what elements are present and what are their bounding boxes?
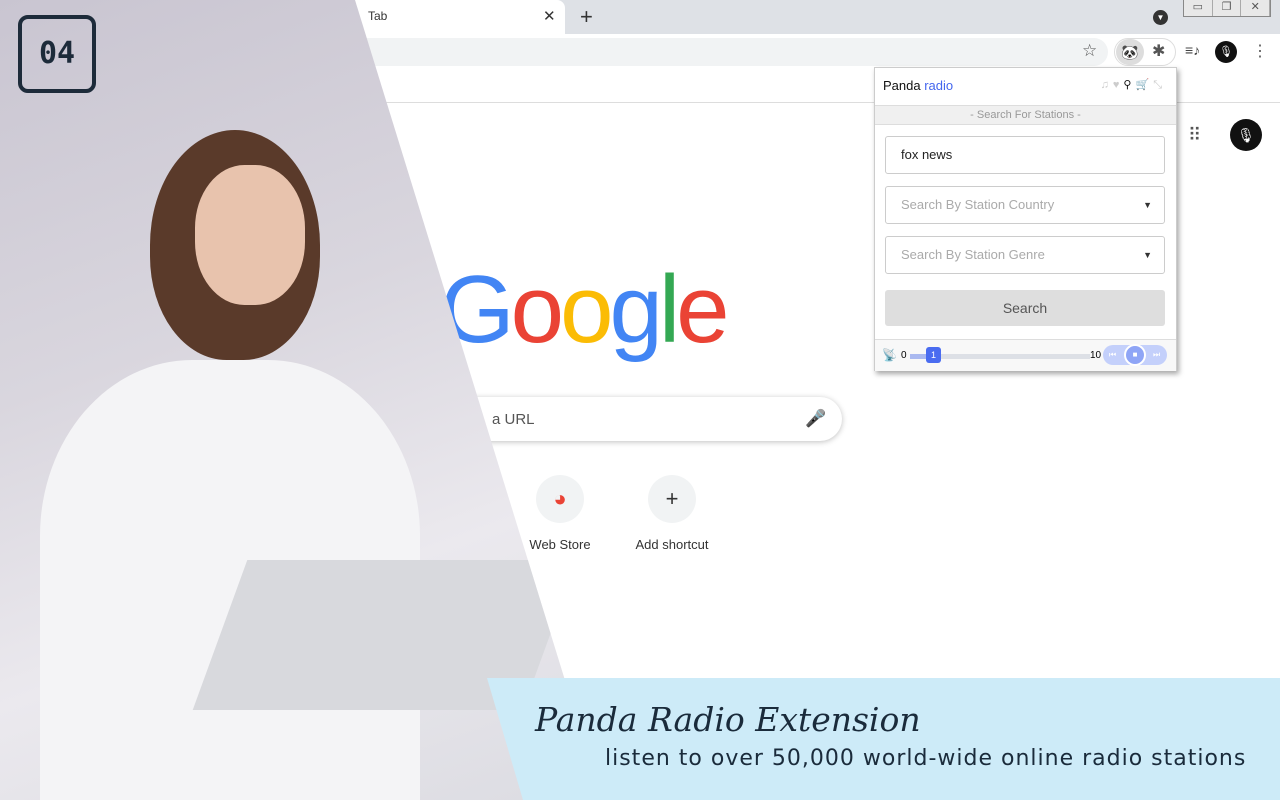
- search-button[interactable]: Search: [885, 290, 1165, 326]
- window-controls: ▭ ❐ ✕: [1183, 0, 1271, 17]
- shortcut-label: Add shortcut: [635, 537, 709, 552]
- panda-extension-icon[interactable]: 🐼: [1116, 39, 1144, 65]
- chrome-web-store-icon: ◕: [536, 475, 584, 523]
- collapse-icon[interactable]: ⤡: [1153, 79, 1166, 91]
- section-heading: - Search For Stations -: [875, 105, 1176, 125]
- volume-max: 10: [1090, 350, 1102, 361]
- google-letter: o: [560, 256, 613, 363]
- genre-placeholder: Search By Station Genre: [901, 247, 1045, 262]
- caret-down-icon: ▼: [1143, 250, 1152, 260]
- panda-radio-popup: Panda radio ♫♥⚲🛒⤡ - Search For Stations …: [874, 67, 1177, 371]
- banner-title: Panda Radio Extension: [535, 700, 921, 739]
- restore-button[interactable]: ❐: [1213, 0, 1242, 16]
- tab-search-icon[interactable]: ▼: [1153, 10, 1168, 25]
- caret-down-icon: ▼: [1143, 200, 1152, 210]
- microphone-icon[interactable]: 🎤: [805, 409, 826, 429]
- tab-title: Tab: [368, 9, 388, 23]
- heart-icon[interactable]: ♥: [1113, 79, 1124, 91]
- apps-grid-icon[interactable]: ⠿: [1188, 125, 1201, 146]
- account-avatar[interactable]: 🎙: [1230, 119, 1262, 151]
- google-logo: Google: [440, 255, 730, 365]
- next-icon[interactable]: ⏭: [1153, 350, 1160, 360]
- media-control-icon[interactable]: ≡♪: [1185, 42, 1200, 58]
- player-controls: ⏮ ■ ⏭: [1103, 344, 1167, 366]
- step-badge: 04: [18, 15, 96, 93]
- google-letter: o: [510, 256, 564, 363]
- plus-icon: +: [648, 475, 696, 523]
- volume-thumb[interactable]: 1: [926, 347, 941, 363]
- shortcut-add[interactable]: + Add shortcut: [622, 475, 722, 552]
- face: [195, 165, 305, 305]
- music-icon[interactable]: ♫: [1101, 79, 1113, 91]
- banner-subtitle: listen to over 50,000 world-wide online …: [605, 746, 1247, 771]
- shortcut-web-store[interactable]: ◕ Web Store: [510, 475, 610, 552]
- profile-avatar[interactable]: 🎙: [1215, 41, 1237, 63]
- cart-icon[interactable]: 🛒: [1135, 79, 1153, 91]
- shortcut-label: Web Store: [529, 537, 591, 552]
- volume-icon: 📡: [882, 348, 897, 362]
- search-icon[interactable]: ⚲: [1123, 79, 1135, 91]
- close-window-button[interactable]: ✕: [1241, 0, 1271, 16]
- google-letter: g: [609, 256, 662, 363]
- country-placeholder: Search By Station Country: [901, 197, 1055, 212]
- country-select[interactable]: Search By Station Country ▼: [885, 186, 1165, 224]
- previous-icon[interactable]: ⏮: [1109, 350, 1116, 360]
- genre-select[interactable]: Search By Station Genre ▼: [885, 236, 1165, 274]
- popup-nav: ♫♥⚲🛒⤡: [1101, 78, 1166, 92]
- popup-title: Panda radio: [883, 78, 953, 93]
- bookmark-star-icon[interactable]: ☆: [1082, 41, 1097, 61]
- station-search-input[interactable]: fox news: [885, 136, 1165, 174]
- tab-close-icon[interactable]: ✕: [543, 7, 556, 25]
- address-bar[interactable]: [300, 38, 1108, 66]
- title-accent: radio: [924, 78, 954, 93]
- minimize-button[interactable]: ▭: [1184, 0, 1213, 16]
- stop-icon[interactable]: ■: [1124, 344, 1146, 366]
- new-tab-button[interactable]: +: [580, 4, 593, 30]
- title-text: Panda: [883, 78, 921, 93]
- google-letter: e: [676, 256, 729, 363]
- promo-banner: [487, 678, 1280, 800]
- volume-min: 0: [901, 350, 907, 361]
- kebab-menu-icon[interactable]: ⋮: [1252, 41, 1268, 61]
- extensions-puzzle-icon[interactable]: ✱: [1152, 41, 1165, 61]
- search-placeholder: a URL: [492, 411, 535, 428]
- google-letter: l: [658, 256, 680, 363]
